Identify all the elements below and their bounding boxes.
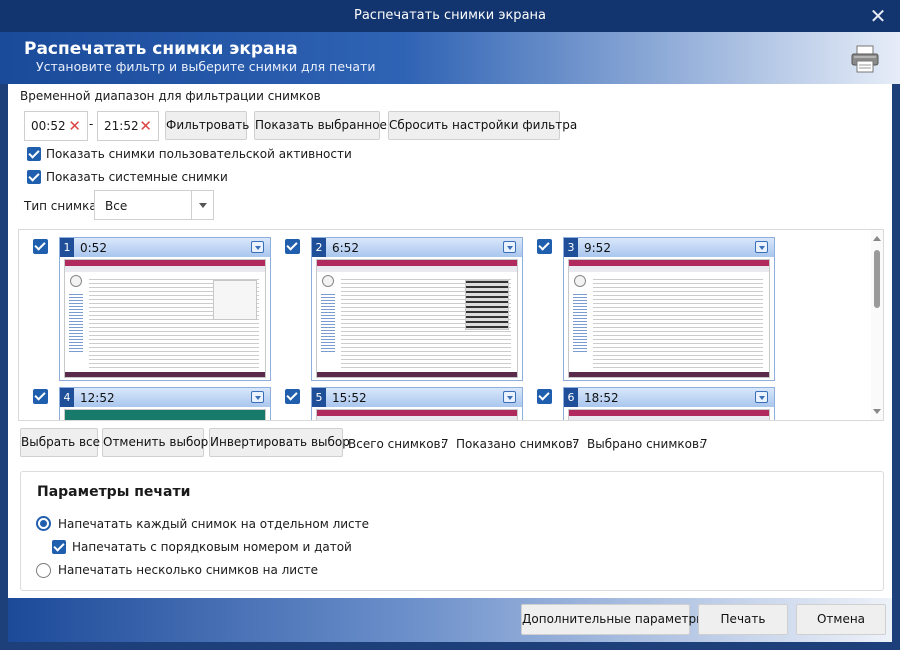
thumbnail-caption: 6 18:52 [564, 388, 774, 407]
print-numbered-label: Напечатать с порядковым номером и датой [72, 540, 352, 554]
shown-count-label: Показано снимков: [456, 437, 577, 451]
total-count-value: 7 [441, 437, 449, 451]
thumbnail-card[interactable]: 2 6:52 [311, 237, 523, 381]
wikipedia-logo [322, 275, 334, 287]
thumbnail-checkbox[interactable] [285, 389, 300, 404]
dialog-content: Временной диапазон для фильтрации снимко… [8, 84, 892, 598]
screenshot-preview [316, 259, 518, 378]
show-selected-button[interactable]: Показать выбранное [254, 111, 387, 140]
close-icon[interactable]: ✕ [866, 0, 890, 32]
deselect-button[interactable]: Отменить выбор [102, 428, 208, 457]
thumbnail-index: 2 [312, 238, 326, 257]
time-range-label: Временной диапазон для фильтрации снимко… [20, 89, 321, 103]
dialog-header: Распечатать снимки экрана Установите фил… [0, 32, 900, 84]
to-time-field[interactable]: 21:52 ✕ [97, 111, 159, 141]
thumbnail-card[interactable]: 3 9:52 [563, 237, 775, 381]
user-activity-checkbox[interactable] [27, 147, 41, 161]
snapshot-type-label: Тип снимка: [24, 199, 101, 213]
system-snapshots-label: Показать системные снимки [46, 170, 228, 184]
print-button[interactable]: Печать [698, 604, 788, 635]
thumbnail-time: 6:52 [332, 241, 359, 255]
thumbnail-caption: 2 6:52 [312, 238, 522, 257]
reset-filter-button[interactable]: Сбросить настройки фильтра [388, 111, 577, 140]
printer-icon [851, 45, 879, 73]
print-parameters-group: Параметры печати Напечатать каждый снимо… [20, 471, 884, 591]
screenshot-preview [568, 409, 770, 420]
clear-to-time-icon[interactable]: ✕ [139, 117, 152, 135]
wikipedia-logo [574, 275, 586, 287]
from-time-value: 00:52 [31, 119, 66, 133]
system-snapshots-checkbox[interactable] [27, 170, 41, 184]
print-each-radio[interactable] [36, 516, 51, 531]
total-count-label: Всего снимков: [348, 437, 445, 451]
time-range-separator: - [89, 117, 94, 131]
thumbnail-menu-icon[interactable] [755, 391, 768, 403]
chevron-down-icon[interactable] [191, 191, 213, 219]
scroll-down-icon[interactable] [873, 409, 881, 414]
screenshot-preview [64, 259, 266, 378]
dialog-subtitle: Установите фильтр и выберите снимки для … [36, 59, 376, 74]
thumbnail-checkbox[interactable] [537, 239, 552, 254]
select-all-button[interactable]: Выбрать все [20, 428, 100, 457]
thumbnail-card[interactable]: 4 12:52 [59, 387, 271, 420]
selected-count-value: 7 [700, 437, 708, 451]
selected-count-label: Выбрано снимков: [587, 437, 704, 451]
window-title-bar: Распечатать снимки экрана ✕ [0, 0, 900, 32]
print-multiple-radio[interactable] [36, 563, 51, 578]
screenshot-preview [316, 409, 518, 420]
thumbnail-index: 1 [60, 238, 74, 257]
clear-from-time-icon[interactable]: ✕ [68, 117, 81, 135]
thumbnail-card[interactable]: 1 0:52 [59, 237, 271, 381]
thumbnail-menu-icon[interactable] [251, 391, 264, 403]
invert-selection-button[interactable]: Инвертировать выбор [209, 428, 350, 457]
thumbnail-caption: 3 9:52 [564, 238, 774, 257]
thumbnail-card[interactable]: 6 18:52 [563, 387, 775, 420]
thumbnail-scrollbar[interactable] [871, 230, 883, 420]
from-time-field[interactable]: 00:52 ✕ [24, 111, 88, 141]
thumbnail-index: 5 [312, 388, 326, 407]
thumbnail-menu-icon[interactable] [503, 241, 516, 253]
shown-count-value: 7 [572, 437, 580, 451]
snapshot-type-value: Все [105, 199, 128, 213]
print-numbered-checkbox[interactable] [52, 540, 66, 554]
thumbnail-checkbox[interactable] [33, 389, 48, 404]
filter-button[interactable]: Фильтровать [165, 111, 249, 140]
thumbnail-caption: 1 0:52 [60, 238, 270, 257]
dialog-title: Распечатать снимки экрана [24, 39, 298, 59]
thumbnail-menu-icon[interactable] [755, 241, 768, 253]
scroll-thumb[interactable] [874, 250, 880, 308]
thumbnail-grid: 1 0:52 2 6:52 3 9:52 4 12:52 5 15:52 6 1… [18, 229, 884, 421]
thumbnail-index: 3 [564, 238, 578, 257]
advanced-settings-button[interactable]: Дополнительные параметры [521, 604, 706, 635]
cancel-button[interactable]: Отмена [796, 604, 886, 635]
thumbnail-menu-icon[interactable] [503, 391, 516, 403]
thumbnail-checkbox[interactable] [537, 389, 552, 404]
thumbnail-caption: 5 15:52 [312, 388, 522, 407]
thumbnail-card[interactable]: 5 15:52 [311, 387, 523, 420]
user-activity-label: Показать снимки пользовательской активно… [46, 147, 352, 161]
window-title: Распечатать снимки экрана [353, 8, 546, 23]
print-multiple-label: Напечатать несколько снимков на листе [58, 563, 319, 577]
thumbnail-menu-icon[interactable] [251, 241, 264, 253]
print-parameters-title: Параметры печати [37, 484, 191, 500]
thumbnail-time: 15:52 [332, 391, 367, 405]
thumbnail-time: 12:52 [80, 391, 115, 405]
dialog-footer: Дополнительные параметры Печать Отмена [8, 598, 892, 642]
thumbnail-time: 9:52 [584, 241, 611, 255]
thumbnail-index: 6 [564, 388, 578, 407]
screenshot-preview [568, 259, 770, 378]
snapshot-type-dropdown[interactable]: Все [94, 190, 214, 220]
thumbnail-index: 4 [60, 388, 74, 407]
scroll-up-icon[interactable] [873, 236, 881, 241]
thumbnail-checkbox[interactable] [33, 239, 48, 254]
thumbnail-checkbox[interactable] [285, 239, 300, 254]
print-each-label: Напечатать каждый снимок на отдельном ли… [58, 517, 370, 531]
thumbnail-caption: 4 12:52 [60, 388, 270, 407]
to-time-value: 21:52 [104, 119, 139, 133]
thumbnail-time: 18:52 [584, 391, 619, 405]
thumbnail-time: 0:52 [80, 241, 107, 255]
screenshot-preview [64, 409, 266, 420]
wikipedia-logo [70, 275, 82, 287]
